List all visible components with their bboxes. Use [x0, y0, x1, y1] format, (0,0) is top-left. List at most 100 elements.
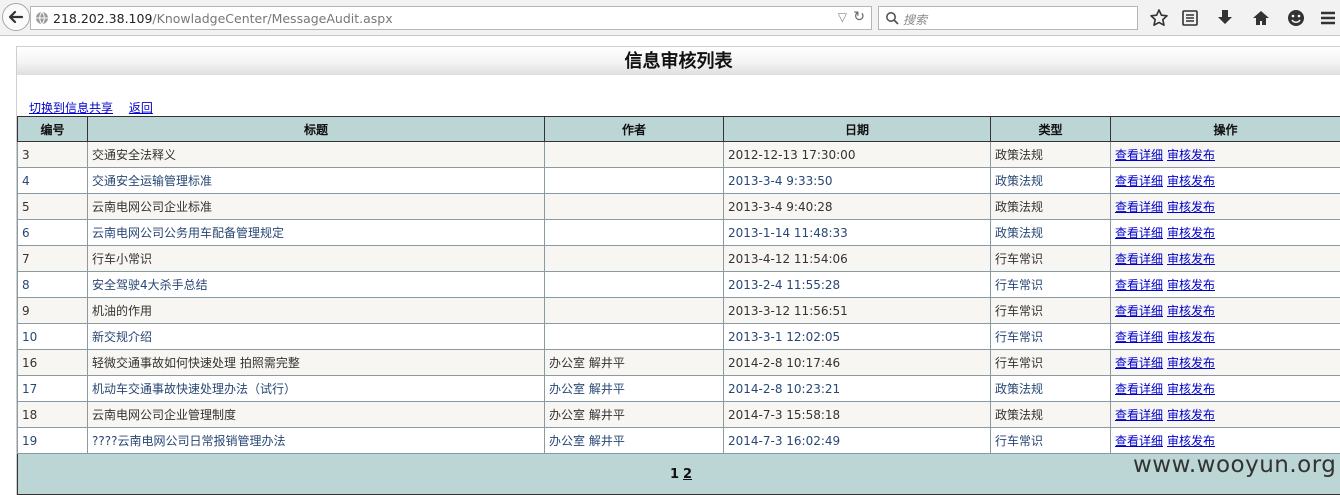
view-details-link[interactable]: 查看详细: [1115, 252, 1163, 266]
reload-icon[interactable]: ↻: [853, 9, 865, 25]
cell-title: 交通安全法释义: [87, 141, 545, 168]
cell-id: 10: [17, 323, 88, 350]
pager-page-link[interactable]: 2: [683, 467, 692, 482]
back-button[interactable]: [2, 3, 30, 31]
cell-actions: 查看详细 审核发布: [1110, 167, 1340, 194]
audit-publish-link[interactable]: 审核发布: [1167, 408, 1215, 422]
view-details-link[interactable]: 查看详细: [1115, 382, 1163, 396]
cell-title: 云南电网公司企业管理制度: [87, 401, 545, 428]
cell-type: 行车常识: [990, 271, 1111, 298]
cell-title: 云南电网公司公务用车配备管理规定: [87, 219, 545, 246]
back-link[interactable]: 返回: [129, 101, 153, 115]
dropdown-arrow-icon[interactable]: ▽: [838, 10, 847, 24]
cell-date: 2013-4-12 11:54:06: [723, 245, 991, 272]
view-details-link[interactable]: 查看详细: [1115, 226, 1163, 240]
cell-author: [544, 245, 724, 272]
cell-title: 轻微交通事故如何快速处理 拍照需完整: [87, 349, 545, 376]
header-author[interactable]: 作者: [544, 116, 724, 142]
cell-id: 9: [17, 297, 88, 324]
cell-actions: 查看详细 审核发布: [1110, 427, 1340, 454]
pager-current-page: 1: [669, 466, 679, 482]
cell-title: 新交规介绍: [87, 323, 545, 350]
header-type[interactable]: 类型: [990, 116, 1111, 142]
cell-date: 2013-3-12 11:56:51: [723, 297, 991, 324]
table-row: 18 云南电网公司企业管理制度 办公室 解井平 2014-7-3 15:58:18 政策…: [17, 401, 1340, 428]
audit-publish-link[interactable]: 审核发布: [1167, 226, 1215, 240]
page-title: 信息审核列表: [17, 47, 1340, 75]
bookmark-star-icon[interactable]: [1149, 8, 1169, 28]
audit-publish-link[interactable]: 审核发布: [1167, 200, 1215, 214]
cell-title: 行车小常识: [87, 245, 545, 272]
cell-id: 17: [17, 375, 88, 402]
audit-publish-link[interactable]: 审核发布: [1167, 174, 1215, 188]
view-details-link[interactable]: 查看详细: [1115, 408, 1163, 422]
cell-author: [544, 271, 724, 298]
reading-list-icon[interactable]: [1180, 8, 1200, 28]
cell-title: 云南电网公司企业标准: [87, 193, 545, 220]
cell-date: 2013-1-14 11:48:33: [723, 219, 991, 246]
table-header-row: 编号 标题 作者 日期 类型 操作: [17, 116, 1340, 142]
download-icon[interactable]: [1215, 8, 1235, 28]
audit-publish-link[interactable]: 审核发布: [1167, 148, 1215, 162]
cell-type: 行车常识: [990, 297, 1111, 324]
cell-actions: 查看详细 审核发布: [1110, 401, 1340, 428]
view-details-link[interactable]: 查看详细: [1115, 434, 1163, 448]
view-details-link[interactable]: 查看详细: [1115, 356, 1163, 370]
view-details-link[interactable]: 查看详细: [1115, 278, 1163, 292]
cell-type: 行车常识: [990, 323, 1111, 350]
cell-title: 机动车交通事故快速处理办法（试行）: [87, 375, 545, 402]
cell-author: [544, 219, 724, 246]
url-bar[interactable]: 218.202.38.109/KnowladgeCenter/MessageAu…: [30, 6, 872, 30]
cell-author: [544, 141, 724, 168]
table-row: 19 ????云南电网公司日常报销管理办法 办公室 解井平 2014-7-3 16:0…: [17, 427, 1340, 454]
cell-id: 4: [17, 167, 88, 194]
cell-title: 机油的作用: [87, 297, 545, 324]
cell-date: 2014-7-3 16:02:49: [723, 427, 991, 454]
cell-actions: 查看详细 审核发布: [1110, 375, 1340, 402]
cell-actions: 查看详细 审核发布: [1110, 219, 1340, 246]
view-details-link[interactable]: 查看详细: [1115, 200, 1163, 214]
cell-id: 3: [17, 141, 88, 168]
cell-date: 2013-3-4 9:40:28: [723, 193, 991, 220]
menu-icon[interactable]: [1318, 8, 1338, 28]
audit-publish-link[interactable]: 审核发布: [1167, 434, 1215, 448]
cell-id: 19: [17, 427, 88, 454]
smiley-icon[interactable]: [1286, 8, 1306, 28]
audit-publish-link[interactable]: 审核发布: [1167, 330, 1215, 344]
cell-type: 行车常识: [990, 427, 1111, 454]
search-bar[interactable]: 搜索: [878, 6, 1138, 30]
cell-id: 18: [17, 401, 88, 428]
home-icon[interactable]: [1251, 8, 1271, 28]
cell-actions: 查看详细 审核发布: [1110, 245, 1340, 272]
cell-type: 政策法规: [990, 167, 1111, 194]
view-details-link[interactable]: 查看详细: [1115, 330, 1163, 344]
cell-date: 2014-2-8 10:17:46: [723, 349, 991, 376]
cell-author: [544, 297, 724, 324]
audit-publish-link[interactable]: 审核发布: [1167, 278, 1215, 292]
view-details-link[interactable]: 查看详细: [1115, 148, 1163, 162]
audit-publish-link[interactable]: 审核发布: [1167, 356, 1215, 370]
cell-author: 办公室 解井平: [544, 427, 724, 454]
view-details-link[interactable]: 查看详细: [1115, 174, 1163, 188]
cell-id: 5: [17, 193, 88, 220]
cell-date: 2014-2-8 10:23:21: [723, 375, 991, 402]
url-path: /KnowladgeCenter/MessageAudit.aspx: [152, 11, 393, 26]
browser-toolbar: 218.202.38.109/KnowladgeCenter/MessageAu…: [0, 0, 1340, 36]
view-details-link[interactable]: 查看详细: [1115, 304, 1163, 318]
table-row: 9 机油的作用 2013-3-12 11:56:51 行车常识 查看详细 审核发布: [17, 297, 1340, 324]
cell-type: 政策法规: [990, 375, 1111, 402]
header-title[interactable]: 标题: [87, 116, 545, 142]
switch-to-info-share-link[interactable]: 切换到信息共享: [29, 101, 113, 115]
audit-publish-link[interactable]: 审核发布: [1167, 252, 1215, 266]
audit-publish-link[interactable]: 审核发布: [1167, 304, 1215, 318]
cell-actions: 查看详细 审核发布: [1110, 323, 1340, 350]
table-row: 8 安全驾驶4大杀手总结 2013-2-4 11:55:28 行车常识 查看详细 审核发布: [17, 271, 1340, 298]
table-row: 3 交通安全法释义 2012-12-13 17:30:00 政策法规 查看详细 审核发布: [17, 141, 1340, 168]
search-icon: [886, 12, 899, 25]
audit-publish-link[interactable]: 审核发布: [1167, 382, 1215, 396]
header-date[interactable]: 日期: [723, 116, 991, 142]
globe-icon: [36, 11, 48, 25]
cell-title: ????云南电网公司日常报销管理办法: [87, 427, 545, 454]
cell-actions: 查看详细 审核发布: [1110, 141, 1340, 168]
header-id[interactable]: 编号: [17, 116, 88, 142]
